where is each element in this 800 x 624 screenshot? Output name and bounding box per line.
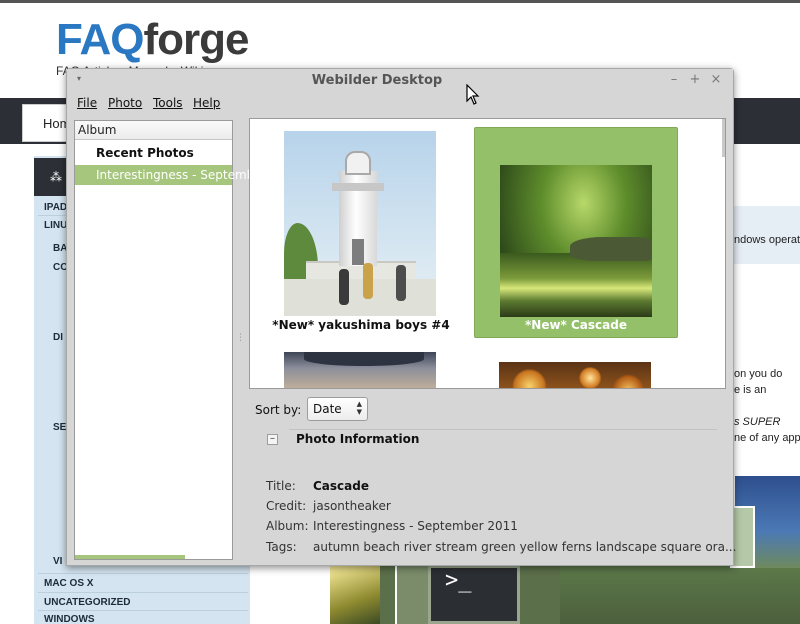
cap-portrait-photo [284, 352, 436, 388]
close-icon[interactable]: × [709, 72, 723, 87]
sidebar-divider [38, 592, 248, 593]
photo-info-heading: Photo Information [296, 432, 420, 446]
menu-help[interactable]: Help [193, 96, 220, 110]
forest-stream-photo [500, 165, 652, 317]
spinner-arrows-icon: ▲ ▼ [356, 400, 362, 416]
nav-home-link[interactable]: Home [22, 104, 70, 142]
pane-splitter-handle[interactable]: ⋮ [236, 333, 245, 343]
sidebar-item-ipad[interactable]: IPAD [44, 202, 67, 213]
webilder-window: ▾ Webilder Desktop – + × File Photo Tool… [66, 68, 737, 566]
tags-value: autumn beach river stream green yellow f… [313, 540, 737, 554]
album-label: Album: [266, 519, 309, 533]
album-list[interactable]: Album Recent Photos Interestingness - Se… [74, 120, 301, 560]
sidebar-item-windows[interactable]: WINDOWS [44, 614, 95, 624]
content-image [560, 565, 800, 624]
browser-top-border [0, 0, 800, 3]
collapse-toggle-icon[interactable]: – [267, 434, 278, 445]
terminal-icon: >_ [428, 565, 520, 624]
photo-thumbnail[interactable] [284, 352, 436, 388]
album-item-recent-photos[interactable]: Recent Photos [96, 146, 194, 160]
horizontal-scrollbar[interactable] [75, 555, 185, 559]
menu-photo[interactable]: Photo [108, 96, 142, 110]
photo-thumbnail[interactable]: *New* yakushima boys #4 [266, 129, 456, 339]
sort-by-select[interactable]: Date ▲ ▼ [307, 397, 368, 421]
content-snippet: e is an [734, 384, 767, 396]
sidebar-item-vi[interactable]: VI [53, 556, 62, 567]
content-snippet: ne of any app [734, 432, 800, 444]
sort-by-value: Date [313, 402, 342, 416]
sidebar-divider [38, 573, 248, 574]
content-snippet: ndows operat [734, 234, 800, 246]
photo-thumbnail-selected[interactable]: *New* Cascade [474, 127, 678, 338]
sitemap-icon: ⁂ [50, 170, 62, 184]
maximize-icon[interactable]: + [688, 72, 702, 87]
sidebar-divider [38, 610, 248, 611]
vertical-scrollbar[interactable] [722, 119, 725, 157]
photo-caption: *New* Cascade [525, 318, 627, 332]
album-value: Interestingness - September 2011 [313, 519, 518, 533]
menu-file[interactable]: File [77, 96, 97, 110]
content-snippet: on you do [734, 368, 783, 380]
album-column-header[interactable]: Album [75, 121, 232, 140]
site-logo[interactable]: FAQforge [56, 16, 249, 64]
tags-label: Tags: [266, 540, 297, 554]
title-value: Cascade [313, 479, 369, 493]
credit-value[interactable]: jasontheaker [313, 499, 391, 513]
bokeh-lights-photo [499, 362, 651, 388]
sidebar-item-se[interactable]: SE [53, 422, 66, 433]
content-snippet: s SUPER [734, 416, 781, 428]
sidebar-item-uncategorized[interactable]: UNCATEGORIZED [44, 597, 130, 608]
photo-thumbnail[interactable] [499, 362, 651, 388]
section-divider [289, 429, 717, 430]
photo-grid[interactable]: *New* yakushima boys #4 *New* Cascade [249, 118, 726, 389]
credit-label: Credit: [266, 499, 307, 513]
album-item-interestingness[interactable]: Interestingness - September 2011 [75, 165, 301, 185]
minimize-icon[interactable]: – [667, 72, 681, 87]
sidebar-item-mac-os-x[interactable]: MAC OS X [44, 578, 93, 589]
content-image [330, 565, 380, 624]
photo-caption: *New* yakushima boys #4 [272, 318, 450, 332]
menu-tools[interactable]: Tools [153, 96, 183, 110]
content-image [395, 565, 430, 624]
sidebar-item-di[interactable]: DI [53, 332, 63, 343]
title-label: Title: [266, 479, 296, 493]
mouse-pointer-icon [466, 84, 480, 105]
lighthouse-photo [284, 131, 436, 316]
window-titlebar[interactable]: ▾ Webilder Desktop – + × [67, 69, 733, 92]
sort-by-label: Sort by: [255, 403, 302, 417]
window-title: Webilder Desktop [311, 73, 443, 88]
